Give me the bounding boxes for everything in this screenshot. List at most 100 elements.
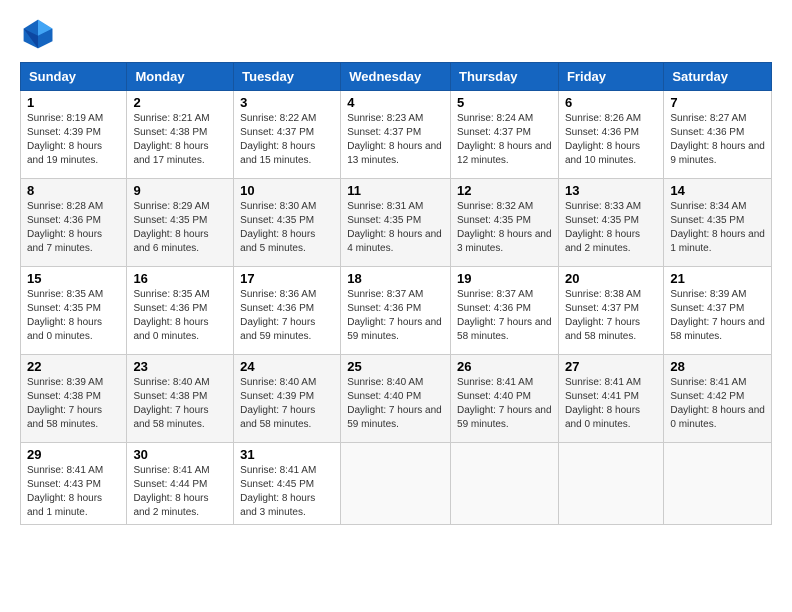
day-info: Sunrise: 8:41 AMSunset: 4:44 PMDaylight:… (133, 464, 227, 520)
day-number: 7 (670, 95, 765, 110)
day-number: 28 (670, 359, 765, 374)
calendar-cell: 22 Sunrise: 8:39 AMSunset: 4:38 PMDayligh… (21, 355, 127, 443)
day-info: Sunrise: 8:38 AMSunset: 4:37 PMDaylight:… (565, 288, 657, 344)
day-number: 16 (133, 271, 227, 286)
day-info: Sunrise: 8:39 AMSunset: 4:37 PMDaylight:… (670, 288, 765, 344)
calendar-cell: 13Sunrise: 8:33 AMSunset: 4:35 PMDayligh… (558, 179, 663, 267)
header-saturday: Saturday (664, 63, 772, 91)
page: SundayMondayTuesdayWednesdayThursdayFrid… (0, 0, 792, 612)
day-number: 18 (347, 271, 444, 286)
week-row-2: 8Sunrise: 8:28 AMSunset: 4:36 PMDaylight… (21, 179, 772, 267)
calendar-cell: 11 Sunrise: 8:31 AMSunset: 4:35 PMDayligh… (341, 179, 451, 267)
calendar-cell: 21 Sunrise: 8:39 AMSunset: 4:37 PMDayligh… (664, 267, 772, 355)
day-info: Sunrise: 8:41 AMSunset: 4:43 PMDaylight:… (27, 464, 120, 520)
day-info: Sunrise: 8:35 AMSunset: 4:36 PMDaylight:… (133, 288, 227, 344)
day-info: Sunrise: 8:39 AMSunset: 4:38 PMDaylight:… (27, 376, 120, 432)
day-number: 5 (457, 95, 552, 110)
day-number: 25 (347, 359, 444, 374)
day-number: 6 (565, 95, 657, 110)
day-number: 21 (670, 271, 765, 286)
header-thursday: Thursday (451, 63, 559, 91)
day-info: Sunrise: 8:22 AMSunset: 4:37 PMDaylight:… (240, 112, 334, 168)
week-row-1: 1Sunrise: 8:19 AMSunset: 4:39 PMDaylight… (21, 91, 772, 179)
header-wednesday: Wednesday (341, 63, 451, 91)
day-number: 13 (565, 183, 657, 198)
day-number: 17 (240, 271, 334, 286)
day-number: 10 (240, 183, 334, 198)
calendar-cell: 4Sunrise: 8:23 AMSunset: 4:37 PMDaylight… (341, 91, 451, 179)
calendar-cell: 8Sunrise: 8:28 AMSunset: 4:36 PMDaylight… (21, 179, 127, 267)
day-number: 20 (565, 271, 657, 286)
day-number: 14 (670, 183, 765, 198)
day-info: Sunrise: 8:40 AMSunset: 4:40 PMDaylight:… (347, 376, 444, 432)
calendar-cell: 10 Sunrise: 8:30 AMSunset: 4:35 PMDayligh… (234, 179, 341, 267)
calendar-cell: 6Sunrise: 8:26 AMSunset: 4:36 PMDaylight… (558, 91, 663, 179)
day-number: 24 (240, 359, 334, 374)
calendar-cell: 12 Sunrise: 8:32 AMSunset: 4:35 PMDayligh… (451, 179, 559, 267)
day-number: 1 (27, 95, 120, 110)
calendar-cell (664, 443, 772, 525)
day-number: 9 (133, 183, 227, 198)
day-number: 12 (457, 183, 552, 198)
logo-icon (20, 16, 56, 52)
day-number: 3 (240, 95, 334, 110)
calendar-cell (451, 443, 559, 525)
day-number: 11 (347, 183, 444, 198)
day-number: 4 (347, 95, 444, 110)
calendar-cell: 24 Sunrise: 8:40 AMSunset: 4:39 PMDayligh… (234, 355, 341, 443)
calendar-cell: 1Sunrise: 8:19 AMSunset: 4:39 PMDaylight… (21, 91, 127, 179)
day-number: 8 (27, 183, 120, 198)
calendar-cell (558, 443, 663, 525)
day-number: 22 (27, 359, 120, 374)
day-info: Sunrise: 8:36 AMSunset: 4:36 PMDaylight:… (240, 288, 334, 344)
calendar-cell: 2 Sunrise: 8:21 AMSunset: 4:38 PMDaylight… (127, 91, 234, 179)
day-info: Sunrise: 8:37 AMSunset: 4:36 PMDaylight:… (347, 288, 444, 344)
calendar-cell: 15 Sunrise: 8:35 AMSunset: 4:35 PMDayligh… (21, 267, 127, 355)
calendar-cell: 19 Sunrise: 8:37 AMSunset: 4:36 PMDayligh… (451, 267, 559, 355)
day-info: Sunrise: 8:41 AMSunset: 4:42 PMDaylight:… (670, 376, 765, 432)
calendar-cell: 29 Sunrise: 8:41 AMSunset: 4:43 PMDayligh… (21, 443, 127, 525)
day-info: Sunrise: 8:30 AMSunset: 4:35 PMDaylight:… (240, 200, 334, 256)
calendar-cell: 16 Sunrise: 8:35 AMSunset: 4:36 PMDayligh… (127, 267, 234, 355)
header-monday: Monday (127, 63, 234, 91)
calendar-cell: 31Sunrise: 8:41 AMSunset: 4:45 PMDayligh… (234, 443, 341, 525)
calendar-cell (341, 443, 451, 525)
day-number: 27 (565, 359, 657, 374)
calendar-cell: 17 Sunrise: 8:36 AMSunset: 4:36 PMDayligh… (234, 267, 341, 355)
day-number: 30 (133, 447, 227, 462)
week-row-3: 15 Sunrise: 8:35 AMSunset: 4:35 PMDayligh… (21, 267, 772, 355)
calendar-cell: 20 Sunrise: 8:38 AMSunset: 4:37 PMDayligh… (558, 267, 663, 355)
calendar-cell: 26 Sunrise: 8:41 AMSunset: 4:40 PMDayligh… (451, 355, 559, 443)
day-number: 15 (27, 271, 120, 286)
calendar-cell: 9 Sunrise: 8:29 AMSunset: 4:35 PMDaylight… (127, 179, 234, 267)
day-info: Sunrise: 8:21 AMSunset: 4:38 PMDaylight:… (133, 112, 227, 168)
header-sunday: Sunday (21, 63, 127, 91)
day-number: 23 (133, 359, 227, 374)
day-info: Sunrise: 8:31 AMSunset: 4:35 PMDaylight:… (347, 200, 444, 256)
calendar-header-row: SundayMondayTuesdayWednesdayThursdayFrid… (21, 63, 772, 91)
calendar-cell: 27 Sunrise: 8:41 AMSunset: 4:41 PMDayligh… (558, 355, 663, 443)
day-info: Sunrise: 8:35 AMSunset: 4:35 PMDaylight:… (27, 288, 120, 344)
day-info: Sunrise: 8:32 AMSunset: 4:35 PMDaylight:… (457, 200, 552, 256)
day-info: Sunrise: 8:29 AMSunset: 4:35 PMDaylight:… (133, 200, 227, 256)
calendar-cell: 23Sunrise: 8:40 AMSunset: 4:38 PMDayligh… (127, 355, 234, 443)
day-info: Sunrise: 8:41 AMSunset: 4:45 PMDaylight:… (240, 464, 334, 520)
header-friday: Friday (558, 63, 663, 91)
logo (20, 16, 62, 52)
calendar-cell: 18 Sunrise: 8:37 AMSunset: 4:36 PMDayligh… (341, 267, 451, 355)
day-info: Sunrise: 8:41 AMSunset: 4:40 PMDaylight:… (457, 376, 552, 432)
day-number: 2 (133, 95, 227, 110)
day-info: Sunrise: 8:37 AMSunset: 4:36 PMDaylight:… (457, 288, 552, 344)
header-tuesday: Tuesday (234, 63, 341, 91)
day-number: 29 (27, 447, 120, 462)
day-number: 26 (457, 359, 552, 374)
day-info: Sunrise: 8:40 AMSunset: 4:39 PMDaylight:… (240, 376, 334, 432)
calendar: SundayMondayTuesdayWednesdayThursdayFrid… (20, 62, 772, 525)
header (20, 16, 772, 52)
day-info: Sunrise: 8:41 AMSunset: 4:41 PMDaylight:… (565, 376, 657, 432)
week-row-5: 29 Sunrise: 8:41 AMSunset: 4:43 PMDayligh… (21, 443, 772, 525)
calendar-cell: 14Sunrise: 8:34 AMSunset: 4:35 PMDayligh… (664, 179, 772, 267)
calendar-cell: 30 Sunrise: 8:41 AMSunset: 4:44 PMDayligh… (127, 443, 234, 525)
day-number: 19 (457, 271, 552, 286)
calendar-cell: 5Sunrise: 8:24 AMSunset: 4:37 PMDaylight… (451, 91, 559, 179)
